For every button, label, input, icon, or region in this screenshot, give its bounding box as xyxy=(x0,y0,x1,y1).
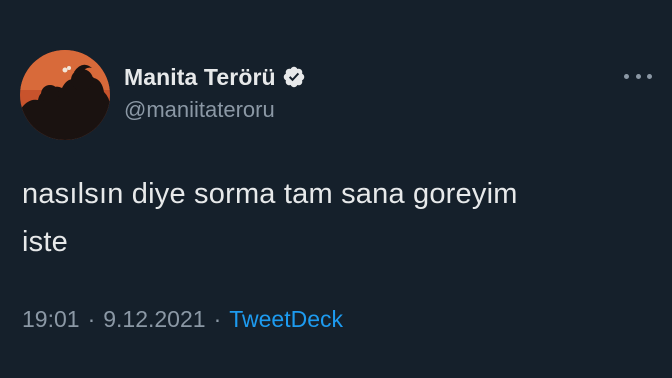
more-horizontal-icon xyxy=(624,73,629,79)
display-name[interactable]: Manita Terörü xyxy=(124,64,276,91)
tweet-card: Manita Terörü @maniitateroru nasılsın di… xyxy=(0,0,672,378)
tweet-meta: 19:01 · 9.12.2021 · TweetDeck xyxy=(22,306,343,333)
tweet-source-link[interactable]: TweetDeck xyxy=(229,306,343,333)
more-horizontal-icon xyxy=(647,73,652,79)
tweet-date[interactable]: 9.12.2021 xyxy=(103,306,205,333)
tweet-text-line: iste xyxy=(22,226,68,258)
meta-separator: · xyxy=(87,306,96,332)
user-handle[interactable]: @maniitateroru xyxy=(124,97,275,123)
display-name-row: Manita Terörü xyxy=(124,62,306,92)
avatar-image xyxy=(20,50,110,140)
more-options-button[interactable] xyxy=(624,68,652,84)
tweet-text-line: nasılsın diye sorma tam sana goreyim xyxy=(22,178,518,210)
avatar[interactable] xyxy=(20,50,110,140)
tweet-text: nasılsın diye sorma tam sana goreyim ist… xyxy=(22,170,652,266)
meta-separator: · xyxy=(213,306,222,332)
tweet-time[interactable]: 19:01 xyxy=(22,306,80,333)
verified-badge-icon xyxy=(283,66,304,88)
more-horizontal-icon xyxy=(635,73,641,79)
